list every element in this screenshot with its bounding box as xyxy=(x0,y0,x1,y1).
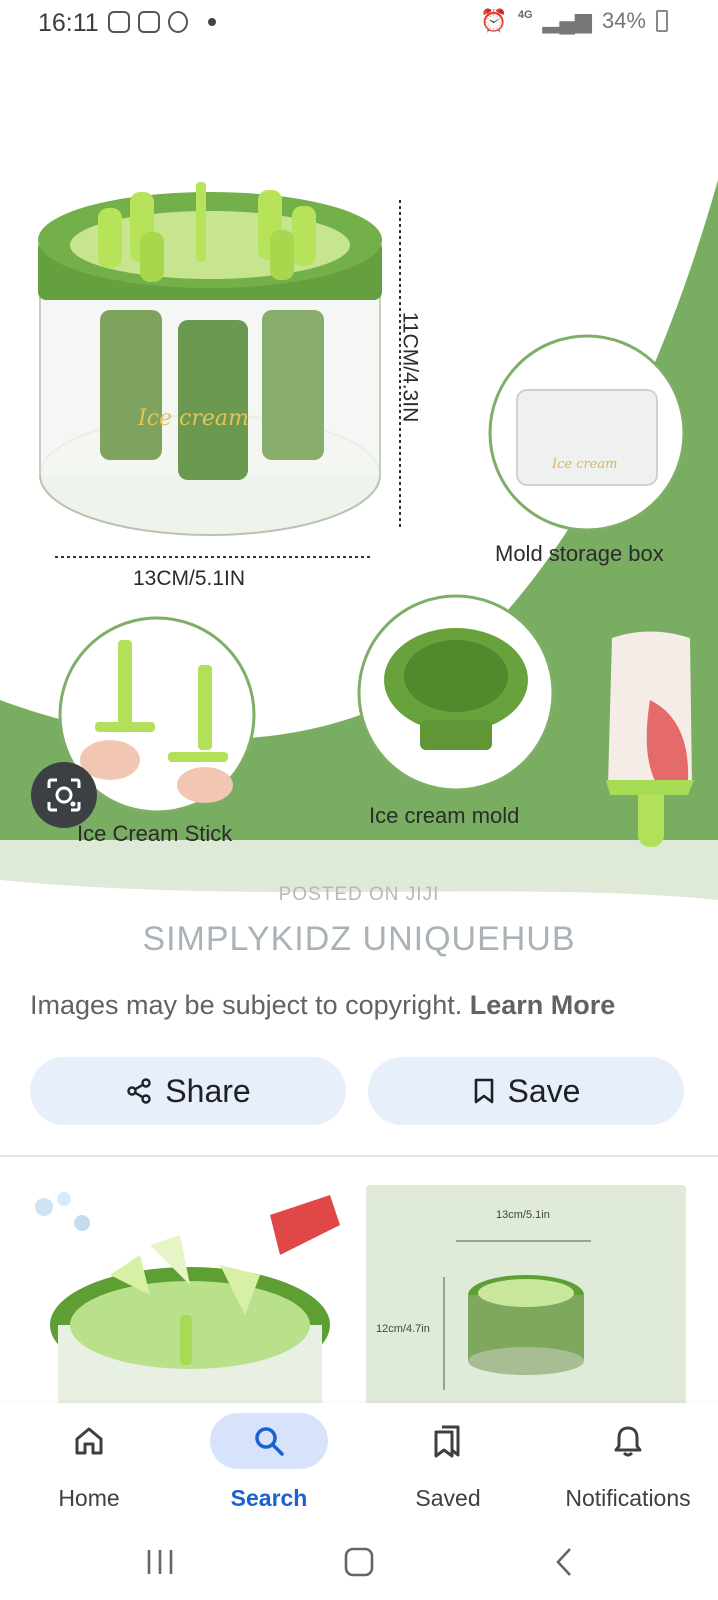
divider xyxy=(0,1155,718,1157)
gallery-icon xyxy=(108,11,130,33)
nav-search-label: Search xyxy=(230,1485,308,1511)
home-square-icon xyxy=(344,1547,374,1577)
storage-box-label: Mold storage box xyxy=(495,541,664,566)
home-icon xyxy=(30,1413,148,1469)
home-system-button[interactable] xyxy=(342,1545,376,1584)
lens-icon xyxy=(47,778,81,812)
status-app-icons xyxy=(108,11,216,33)
system-navigation-bar xyxy=(0,1531,718,1600)
bookmark-icon xyxy=(474,1078,493,1104)
nav-saved-label: Saved xyxy=(415,1485,481,1511)
nav-home-label: Home xyxy=(58,1485,120,1511)
signal-icon: ▂▄▆ xyxy=(542,8,592,33)
recent-apps-icon xyxy=(147,1550,173,1574)
nav-search[interactable]: Search xyxy=(189,1413,349,1512)
related-image-thumbnail[interactable] xyxy=(30,1185,350,1415)
stick-label: Ice Cream Stick xyxy=(77,821,233,846)
save-button[interactable]: Save xyxy=(368,1057,684,1125)
nav-home[interactable]: Home xyxy=(9,1413,169,1512)
storage-box-brand-text: Ice cream xyxy=(552,457,618,472)
watermark-posted: POSTED ON JIJI xyxy=(278,884,440,905)
alarm-icon: ⏰ xyxy=(480,8,508,33)
dimension-height-label: 11CM/4.3IN xyxy=(398,311,422,423)
recent-apps-button[interactable] xyxy=(143,1545,177,1584)
copyright-notice: Images may be subject to copyright. Lear… xyxy=(30,990,615,1021)
nav-saved[interactable]: Saved xyxy=(368,1413,528,1512)
learn-more-link[interactable]: Learn More xyxy=(470,990,616,1020)
related-image-left xyxy=(35,1192,340,1415)
back-button[interactable] xyxy=(548,1545,582,1584)
nav-notifications-label: Notifications xyxy=(565,1485,691,1511)
share-icon xyxy=(127,1078,151,1104)
saved-icon xyxy=(389,1413,507,1469)
related-image-thumbnail[interactable]: 13cm/5.1in 12cm/4.7in xyxy=(366,1185,686,1415)
product-illustration xyxy=(0,180,718,900)
nav-notifications[interactable]: Notifications xyxy=(548,1413,708,1512)
related-dimension-width: 13cm/5.1in xyxy=(496,1209,550,1221)
google-lens-button[interactable] xyxy=(31,762,97,828)
action-buttons: Share Save xyxy=(30,1057,684,1125)
search-icon xyxy=(210,1413,328,1469)
bottom-navigation: Home Search Saved Notifications xyxy=(0,1403,718,1531)
bell-icon xyxy=(569,1413,687,1469)
watermark-seller: SIMPLYKIDZ UNIQUEHUB xyxy=(142,920,576,958)
notification-dot-icon xyxy=(208,18,216,26)
share-button[interactable]: Share xyxy=(30,1057,346,1125)
battery-percent: 34% xyxy=(601,8,646,33)
status-system-icons: ⏰ 4G ▂▄▆ 34% xyxy=(480,8,668,34)
status-time: 16:11 xyxy=(38,9,99,37)
status-bar: 16:11 ⏰ 4G ▂▄▆ 34% xyxy=(0,0,718,46)
product-image[interactable]: Ice cream Ice cream 11CM/4.3IN 13CM/5.1I… xyxy=(0,0,718,960)
dimension-width-label: 13CM/5.1IN xyxy=(133,567,246,590)
network-type: 4G xyxy=(517,9,533,21)
battery-icon xyxy=(656,10,668,32)
share-label: Share xyxy=(165,1072,251,1109)
copyright-text: Images may be subject to copyright. xyxy=(30,990,463,1020)
app-icon xyxy=(168,11,188,33)
back-chevron-icon xyxy=(556,1548,571,1576)
mold-label: Ice cream mold xyxy=(369,803,520,828)
related-dimension-height: 12cm/4.7in xyxy=(376,1323,430,1335)
product-brand-text: Ice cream xyxy=(138,406,249,431)
save-label: Save xyxy=(507,1072,581,1109)
instagram-icon xyxy=(138,11,160,33)
